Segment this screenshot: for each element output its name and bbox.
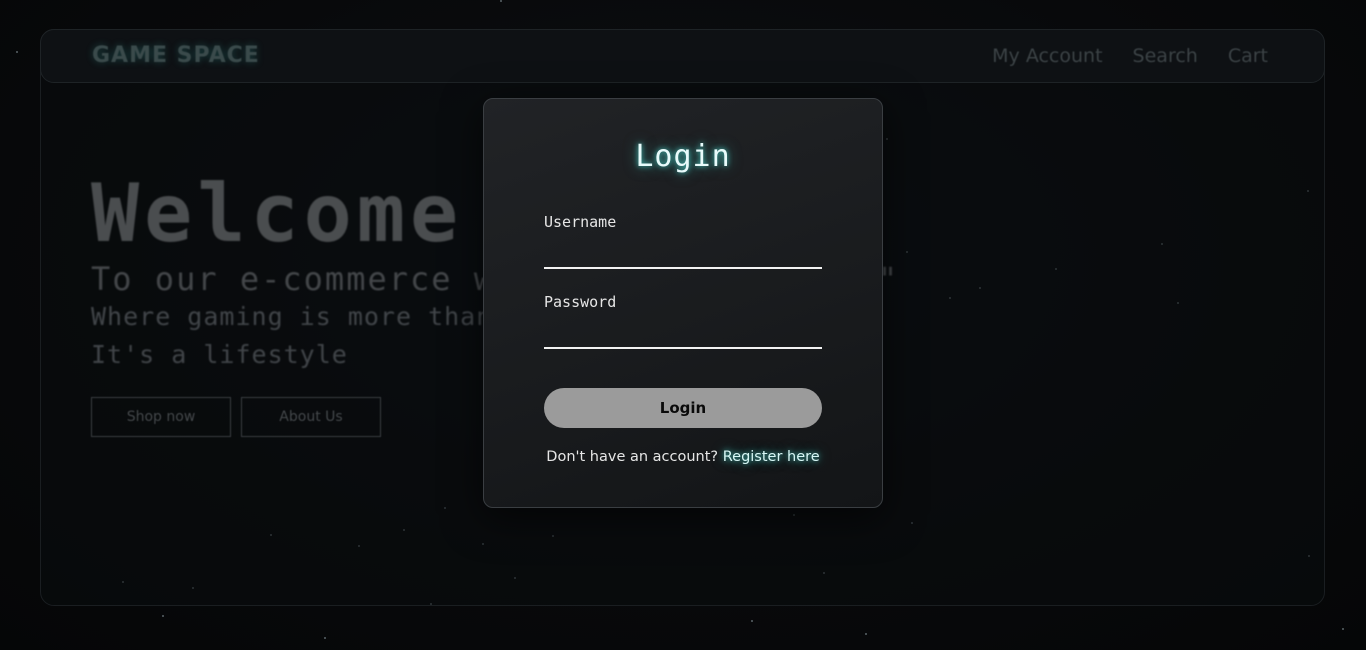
password-label: Password <box>544 293 617 311</box>
username-input[interactable] <box>544 241 822 269</box>
login-title: Login <box>635 139 731 174</box>
login-submit-button[interactable]: Login <box>544 388 822 428</box>
navbar: GAME SPACE My Account Search Cart <box>40 29 1325 83</box>
star <box>751 620 753 622</box>
star <box>1342 628 1344 630</box>
star <box>500 0 502 2</box>
password-input[interactable] <box>544 321 822 349</box>
star <box>865 633 867 635</box>
star <box>16 51 18 53</box>
nav-link-cart[interactable]: Cart <box>1228 45 1268 67</box>
login-modal: Login Username Password Login Don't have… <box>483 98 883 508</box>
register-prompt-row: Don't have an account? Register here <box>484 449 882 465</box>
register-link[interactable]: Register here <box>723 449 820 465</box>
register-prompt-text: Don't have an account? <box>546 449 719 465</box>
star <box>162 615 164 617</box>
star <box>324 637 326 639</box>
shop-now-button[interactable]: Shop now <box>91 397 231 437</box>
about-us-button[interactable]: About Us <box>241 397 381 437</box>
nav-link-search[interactable]: Search <box>1133 45 1198 67</box>
hero-buttons: Shop now About Us <box>91 397 381 437</box>
username-label: Username <box>544 213 617 231</box>
nav-link-my-account[interactable]: My Account <box>992 45 1102 67</box>
nav-links: My Account Search Cart <box>992 45 1268 67</box>
brand-logo[interactable]: GAME SPACE <box>92 43 260 68</box>
